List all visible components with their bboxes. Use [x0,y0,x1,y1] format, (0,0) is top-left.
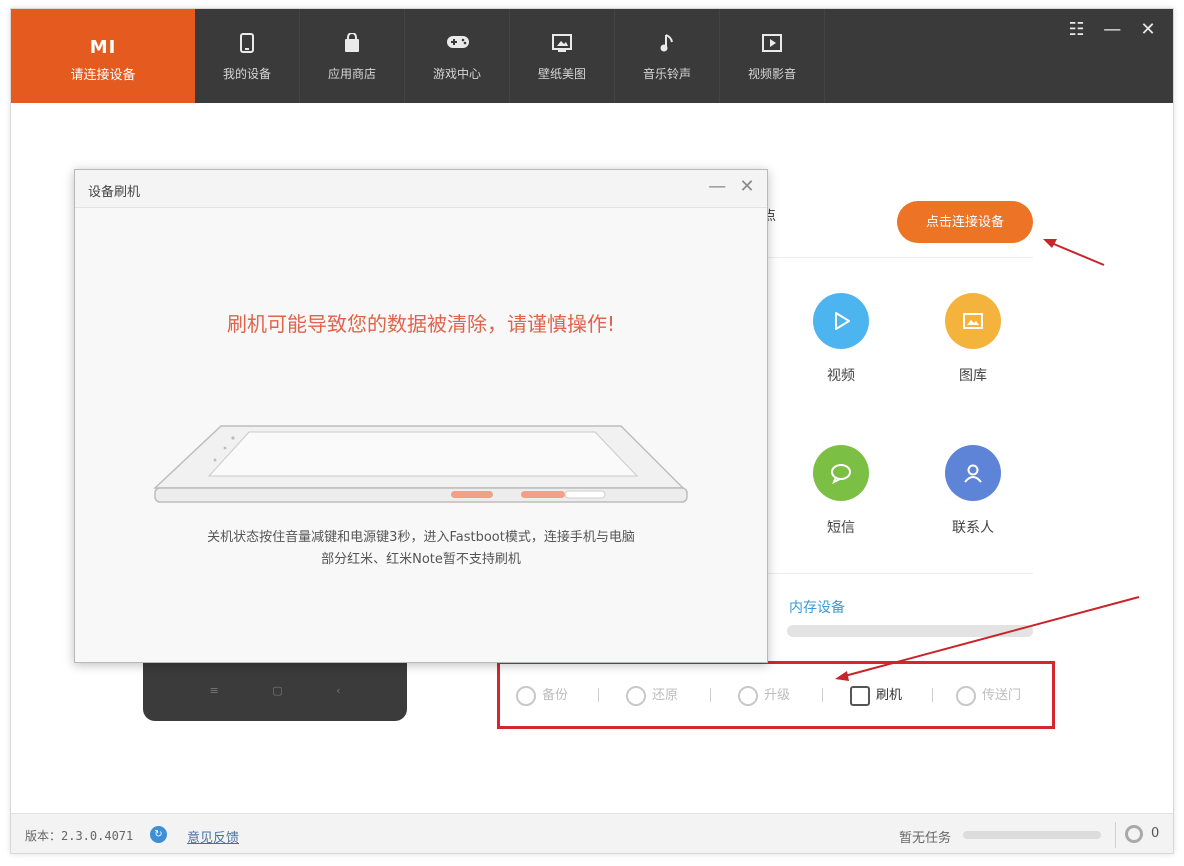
connect-device-button[interactable]: 点击连接设备 [897,201,1033,243]
function-sms[interactable]: 短信 [796,445,886,537]
connect-device-label: 请连接设备 [70,68,136,83]
backup-icon [516,685,536,706]
tab-my-device[interactable]: 我的设备 [195,9,300,103]
separator [598,688,599,702]
flash-dialog: 设备刷机 — ✕ 刷机可能导致您的数据被清除，请谨慎操作! 关机状态按住音量减键… [74,169,768,663]
task-status-label: 暂无任务 [899,831,952,846]
close-icon[interactable]: ✕ [1133,19,1163,40]
status-bar: 版本：2.3.0.4071 ↻ 意见反馈 暂无任务 0 [11,813,1173,853]
music-icon [656,33,678,53]
storage-label: 内存设备 [789,600,845,616]
task-queue-icon[interactable] [1125,825,1143,843]
divider [768,573,1033,574]
message-icon [813,445,869,501]
restore-icon [626,685,646,706]
contact-icon [945,445,1001,501]
flash-label: 刷机 [876,688,903,703]
action-bar-highlight: 备份 还原 升级 刷机 传送门 [497,661,1055,729]
tab-my-device-label: 我的设备 [222,67,271,81]
function-video-label: 视频 [827,368,855,384]
fastboot-hint: 关机状态按住音量减键和电源键3秒，进入Fastboot模式，连接手机与电脑 [207,530,635,545]
flash-warning-text: 刷机可能导致您的数据被清除，请谨慎操作! [226,312,616,336]
transfer-label: 传送门 [982,688,1022,703]
restore-label: 还原 [652,688,679,703]
function-contacts-label: 联系人 [952,520,994,536]
function-video[interactable]: 视频 [796,293,886,385]
separator [822,688,823,702]
backup-button[interactable]: 备份 [516,684,568,706]
tab-wallpaper[interactable]: 壁纸美图 [510,9,615,103]
menu-icon[interactable]: ☷ [1062,19,1092,40]
transfer-button[interactable]: 传送门 [956,684,1021,706]
dialog-close-icon[interactable]: ✕ [735,176,759,197]
picture-icon [551,33,573,53]
tab-game-center[interactable]: 游戏中心 [405,9,510,103]
tab-music-label: 音乐铃声 [642,67,691,81]
function-gallery[interactable]: 图库 [928,293,1018,385]
restore-button[interactable]: 还原 [626,684,678,706]
tab-video[interactable]: 视频影音 [720,9,825,103]
bag-icon [341,32,363,53]
separator [1115,822,1116,848]
function-gallery-label: 图库 [959,368,987,384]
flash-button[interactable]: 刷机 [850,684,902,706]
upgrade-label: 升级 [764,688,791,703]
dialog-title: 设备刷机 [88,185,141,200]
dialog-controls: — ✕ [705,176,759,197]
storage-progress-bar [787,625,1033,637]
update-icon[interactable]: ↻ [150,826,167,843]
tab-wallpaper-label: 壁纸美图 [537,67,586,81]
app-window: MI 请连接设备 我的设备 应用商店 游戏中心 壁纸美图 音乐铃声 视频影音 ☷… [10,8,1174,854]
upgrade-button[interactable]: 升级 [738,684,790,706]
tab-game-center-label: 游戏中心 [432,67,481,81]
function-contacts[interactable]: 联系人 [928,445,1018,537]
dialog-minimize-icon[interactable]: — [705,176,729,197]
function-sms-label: 短信 [827,520,855,536]
video-icon [761,33,783,53]
feedback-link[interactable]: 意见反馈 [187,827,239,846]
phone-fastboot-illustration [153,425,688,503]
version-text: 版本：2.3.0.4071 [25,829,134,843]
arrow-to-connect-button [1043,239,1105,266]
upgrade-icon [738,685,758,706]
phone-icon [236,33,258,53]
top-navigation-bar: MI 请连接设备 我的设备 应用商店 游戏中心 壁纸美图 音乐铃声 视频影音 ☷… [11,9,1173,103]
unsupported-hint: 部分红米、红米Note暂不支持刷机 [321,552,521,567]
mi-logo: MI [89,37,117,58]
tab-app-store-label: 应用商店 [327,67,376,81]
separator [710,688,711,702]
image-icon [945,293,1001,349]
gamepad-icon [446,33,469,53]
tab-music[interactable]: 音乐铃声 [615,9,720,103]
play-icon [813,293,869,349]
connect-device-tab[interactable]: MI 请连接设备 [11,9,195,103]
window-controls: ☷ — ✕ [1062,19,1163,40]
divider [768,257,1033,258]
backup-label: 备份 [542,688,569,703]
separator [932,688,933,702]
tab-video-label: 视频影音 [747,67,796,81]
flash-icon [850,685,870,706]
dialog-titlebar: 设备刷机 — ✕ [75,170,767,208]
task-count: 0 [1151,826,1160,841]
phone-keys: ≡ ▢ ‹ [209,684,341,697]
task-progress-bar [963,831,1101,839]
send-icon [956,685,976,706]
tab-app-store[interactable]: 应用商店 [300,9,405,103]
minimize-icon[interactable]: — [1097,19,1127,40]
